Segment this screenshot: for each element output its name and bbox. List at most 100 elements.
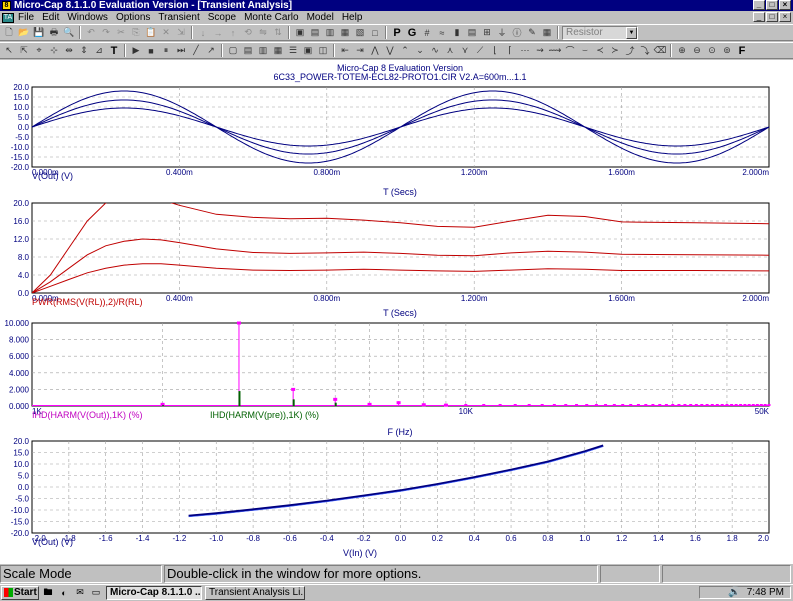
point-tag-icon[interactable]: ⊹	[47, 44, 61, 57]
explorer-icon[interactable]: 🖿	[41, 586, 55, 599]
menu-transient[interactable]: Transient	[158, 12, 199, 23]
next-data-icon[interactable]: ⇝	[533, 44, 547, 57]
menu-scope[interactable]: Scope	[208, 12, 236, 23]
window-list-icon[interactable]: ▧	[353, 26, 367, 39]
grid-icon[interactable]: #	[420, 26, 434, 39]
arrow-tool-icon[interactable]: ↗	[204, 44, 218, 57]
peak-icon[interactable]: ⋀	[368, 44, 382, 57]
g-button[interactable]: G	[405, 26, 419, 39]
wave-up-icon[interactable]: ⌒	[563, 44, 577, 57]
minimize-button[interactable]: _	[753, 0, 765, 10]
rise-icon[interactable]: ⤴	[623, 44, 637, 57]
stop-icon[interactable]: ■	[144, 44, 158, 57]
component-icon[interactable]: ⊞	[480, 26, 494, 39]
move-up-icon[interactable]: ↑	[226, 26, 240, 39]
window-cascade-icon[interactable]: ▤	[308, 26, 322, 39]
performance-tag-icon[interactable]: ⊿	[92, 44, 106, 57]
volume-icon[interactable]: 🔊	[728, 587, 740, 598]
cursor-right-icon[interactable]: ⇥	[353, 44, 367, 57]
menu-monte-carlo[interactable]: Monte Carlo	[244, 12, 298, 23]
box-icon[interactable]: ▢	[226, 44, 240, 57]
plot-split-icon[interactable]: ◫	[316, 44, 330, 57]
pause-icon[interactable]: ⏸	[159, 44, 173, 57]
browser-icon[interactable]: ◐	[57, 586, 71, 599]
print-icon[interactable]: 🖶	[47, 26, 61, 39]
window-grid-icon[interactable]: ▦	[338, 26, 352, 39]
top-icon[interactable]: ⌈	[503, 44, 517, 57]
chevron-down-icon[interactable]: ▼	[626, 26, 637, 39]
save-icon[interactable]: 💾	[32, 26, 46, 39]
menu-model[interactable]: Model	[307, 12, 334, 23]
close-button[interactable]: ×	[779, 0, 791, 10]
menu-file[interactable]: File	[18, 12, 34, 23]
step-icon[interactable]: ⏭	[174, 44, 188, 57]
outlook-icon[interactable]: ✉	[73, 586, 87, 599]
open-file-icon[interactable]: 📂	[17, 26, 31, 39]
split-h-icon[interactable]: ▤	[241, 44, 255, 57]
desktop-icon[interactable]: ▭	[89, 586, 103, 599]
slope-icon[interactable]: ⟋	[473, 44, 487, 57]
flip-icon[interactable]: ⇅	[271, 26, 285, 39]
cursor-left-icon[interactable]: ⇤	[338, 44, 352, 57]
mdi-minimize-button[interactable]: _	[753, 12, 765, 22]
mdi-restore-button[interactable]: □	[766, 12, 778, 22]
undo-icon[interactable]: ↶	[84, 26, 98, 39]
global-high-icon[interactable]: ⋏	[443, 44, 457, 57]
run-icon[interactable]: ▶	[129, 44, 143, 57]
component-combo[interactable]: Resistor ▼	[562, 25, 638, 40]
bar-icon[interactable]: ▮	[450, 26, 464, 39]
wave-down-icon[interactable]: ⌣	[578, 44, 592, 57]
mirror-icon[interactable]: ⇋	[256, 26, 270, 39]
waveform-icon[interactable]: ≈	[435, 26, 449, 39]
window-split-icon[interactable]: ▥	[323, 26, 337, 39]
select-mode-icon[interactable]: ↖	[2, 44, 16, 57]
next-point-icon[interactable]: ⋯	[518, 44, 532, 57]
global-low-icon[interactable]: ⋎	[458, 44, 472, 57]
wave-right-icon[interactable]: ≻	[608, 44, 622, 57]
zoom-in-icon[interactable]: ⊕	[675, 44, 689, 57]
cut-icon[interactable]: ✂	[114, 26, 128, 39]
document-icon[interactable]: TA	[2, 12, 14, 23]
task-transient-analysis[interactable]: Transient Analysis Li...	[205, 585, 305, 600]
start-button[interactable]: Start	[1, 585, 39, 600]
window-tile-icon[interactable]: ▣	[293, 26, 307, 39]
valley-icon[interactable]: ⋁	[383, 44, 397, 57]
plot-area[interactable]: Micro-Cap 8 Evaluation Version 6C33_POWE…	[0, 60, 793, 564]
window-single-icon[interactable]: □	[368, 26, 382, 39]
zoom-region-icon[interactable]: ⊚	[720, 44, 734, 57]
high-icon[interactable]: ⌃	[398, 44, 412, 57]
zoom-out-icon[interactable]: ⊖	[690, 44, 704, 57]
inflection-icon[interactable]: ∿	[428, 44, 442, 57]
p-button[interactable]: P	[390, 26, 404, 39]
plot-group-icon[interactable]: ▦	[271, 44, 285, 57]
edit-icon[interactable]: ✎	[525, 26, 539, 39]
select-all-icon[interactable]: ⇲	[174, 26, 188, 39]
rotate-icon[interactable]: ⟲	[241, 26, 255, 39]
copy-icon[interactable]: ⎘	[129, 26, 143, 39]
clear-icon[interactable]: ⌫	[653, 44, 667, 57]
calculator-icon[interactable]: ▦	[540, 26, 554, 39]
task-microcap[interactable]: Micro-Cap 8.1.1.0 ...	[106, 585, 202, 600]
info-icon[interactable]: ⓘ	[510, 26, 524, 39]
menu-options[interactable]: Options	[116, 12, 150, 23]
print-preview-icon[interactable]: 🔍	[62, 26, 76, 39]
menu-edit[interactable]: Edit	[42, 12, 59, 23]
fall-icon[interactable]: ⤵	[638, 44, 652, 57]
plot-window-icon[interactable]: ▣	[301, 44, 315, 57]
bottom-icon[interactable]: ⌊	[488, 44, 502, 57]
text-tool-button[interactable]: T	[107, 44, 121, 57]
mdi-close-button[interactable]: ×	[779, 12, 791, 22]
cursor-mode-icon[interactable]: ⌖	[32, 44, 46, 57]
move-down-icon[interactable]: ↓	[196, 26, 210, 39]
plots-svg[interactable]: Micro-Cap 8 Evaluation Version 6C33_POWE…	[0, 60, 793, 564]
scale-mode-icon[interactable]: ⇱	[17, 44, 31, 57]
paste-icon[interactable]: 📋	[144, 26, 158, 39]
maximize-button[interactable]: □	[766, 0, 778, 10]
ground-icon[interactable]: ⏚	[495, 26, 509, 39]
wave-left-icon[interactable]: ≺	[593, 44, 607, 57]
redo-icon[interactable]: ↷	[99, 26, 113, 39]
f-button[interactable]: F	[735, 44, 749, 57]
vertical-tag-icon[interactable]: ⇕	[77, 44, 91, 57]
low-icon[interactable]: ⌄	[413, 44, 427, 57]
menu-help[interactable]: Help	[342, 12, 363, 23]
